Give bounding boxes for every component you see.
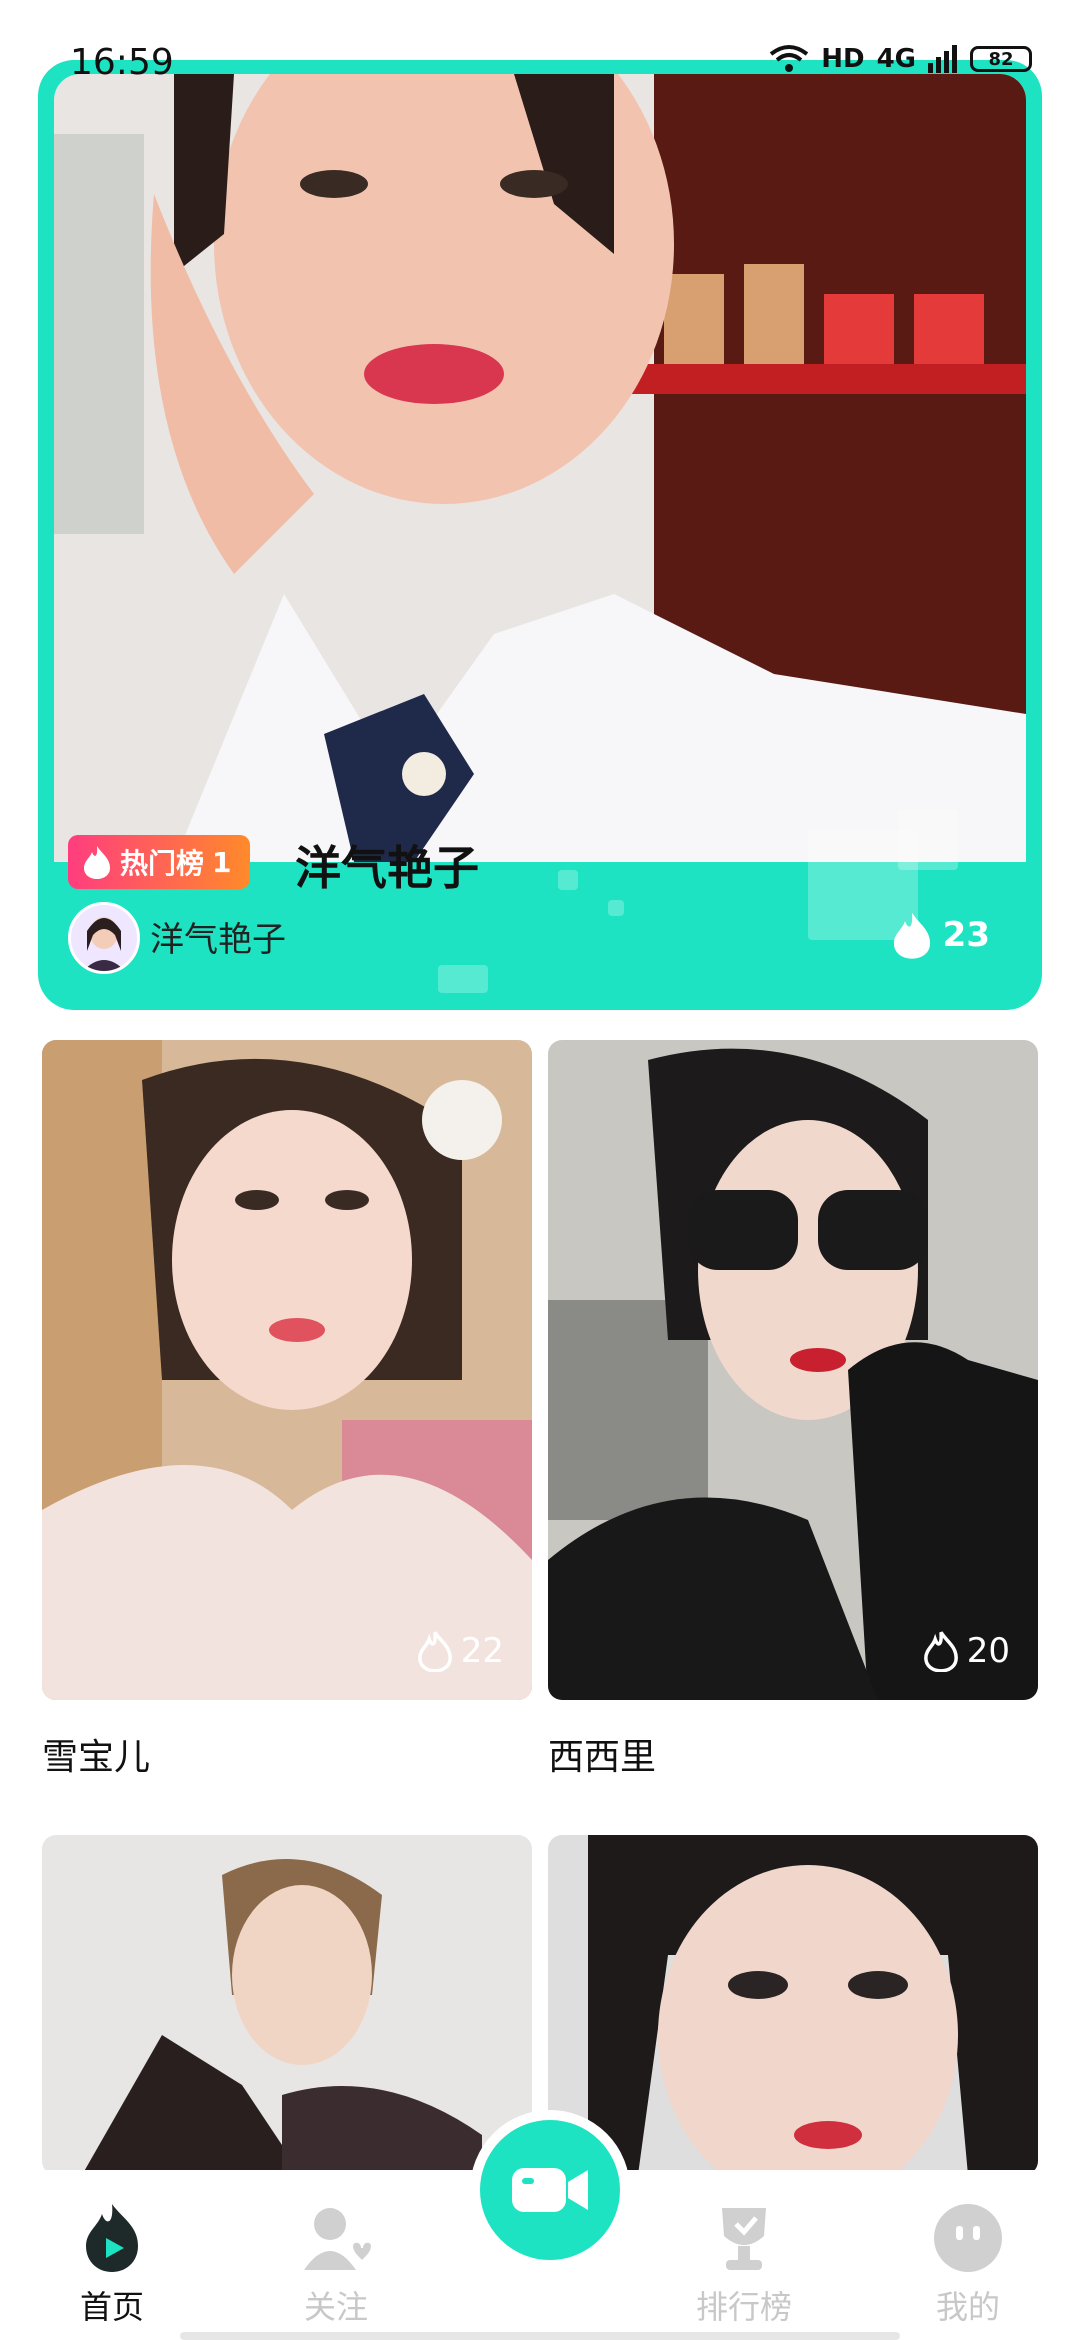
streamer-photo — [42, 1835, 532, 2175]
streamer-card[interactable] — [548, 1835, 1038, 2175]
streamer-name: 西西里 — [548, 1737, 657, 1778]
flame-outline-icon — [923, 1631, 958, 1672]
wifi-icon — [769, 45, 809, 72]
decor-square — [558, 870, 578, 890]
featured-title: 洋气艳子 — [295, 841, 479, 895]
status-icons: HD 4G 82 — [769, 44, 1032, 74]
home-indicator — [180, 2332, 900, 2340]
hot-rank-label: 热门榜 — [120, 847, 205, 880]
tab-home-label: 首页 — [79, 2288, 144, 2326]
tab-home[interactable]: 首页 — [32, 2202, 192, 2328]
tab-profile[interactable]: 我的 — [888, 2202, 1048, 2328]
battery-level: 82 — [988, 48, 1014, 70]
streamer-name: 雪宝儿 — [42, 1737, 151, 1778]
video-camera-icon — [512, 2168, 588, 2212]
streamer-photo: 20 — [548, 1040, 1038, 1700]
hot-count: 23 — [942, 915, 990, 955]
status-time: 16:59 — [70, 42, 174, 83]
go-live-button[interactable] — [470, 2110, 630, 2270]
streamer-photo — [548, 1835, 1038, 2175]
hot-count: 20 — [966, 1631, 1010, 1671]
card-hot-count: 20 — [923, 1630, 1010, 1672]
featured-live-card[interactable]: 热门榜 1 洋气艳子 洋气艳子 23 — [38, 60, 1042, 1010]
streamer-card[interactable] — [42, 1835, 532, 2175]
avatar[interactable] — [68, 902, 140, 974]
decor-square — [898, 810, 958, 870]
flame-outline-icon — [417, 1631, 452, 1672]
flame-play-icon — [86, 2204, 138, 2272]
signal-icon — [928, 45, 957, 73]
flame-icon — [893, 912, 930, 959]
hot-count: 22 — [460, 1631, 504, 1671]
tab-follow-label: 关注 — [303, 2288, 368, 2326]
hot-rank-number: 1 — [212, 845, 232, 879]
hot-rank-badge: 热门榜 1 — [68, 835, 250, 889]
tab-profile-label: 我的 — [935, 2288, 1000, 2326]
tab-ranking[interactable]: 排行榜 — [664, 2202, 824, 2328]
decor-square — [608, 900, 624, 916]
face-icon — [934, 2204, 1002, 2272]
featured-hot-count: 23 — [891, 910, 990, 960]
user-heart-icon — [304, 2208, 374, 2270]
bottom-nav: 首页 关注 排行榜 我的 — [0, 2110, 1080, 2340]
tab-ranking-label: 排行榜 — [695, 2288, 792, 2326]
network-type: HD — [821, 44, 865, 74]
trophy-icon — [722, 2208, 766, 2270]
streamer-photo: 22 — [42, 1040, 532, 1700]
featured-photo — [54, 74, 1026, 862]
signal-type: 4G — [876, 44, 916, 74]
card-hot-count: 22 — [417, 1630, 504, 1672]
streamer-card[interactable]: 22 雪宝儿 — [42, 1040, 532, 1780]
decor-square — [438, 965, 488, 993]
featured-username[interactable]: 洋气艳子 — [150, 912, 286, 961]
status-bar: 16:59 HD 4G 82 — [0, 0, 1080, 130]
streamer-card[interactable]: 20 西西里 — [548, 1040, 1038, 1780]
flame-icon — [84, 846, 110, 879]
battery-icon: 82 — [970, 46, 1032, 72]
tab-follow[interactable]: 关注 — [256, 2202, 416, 2328]
